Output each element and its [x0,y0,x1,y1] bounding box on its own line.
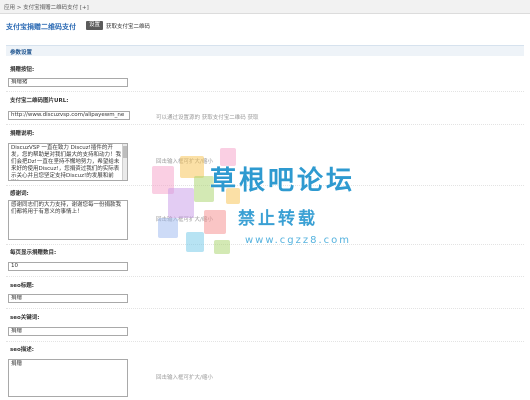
watermark-tile [194,176,214,202]
divider [6,185,524,186]
donate-desc-textarea[interactable]: DiscuzVSP 一直在致力 Discuz!插件的开发，您的帮助是对我们最大的… [8,143,128,181]
divider [6,276,524,277]
divider [6,124,524,125]
watermark-tile [220,148,236,166]
watermark-tile [214,240,230,254]
section-title: 参数设置 [10,49,33,56]
donate-desc-hint: 回击输入框可扩大/缩小 [156,159,213,165]
qr-url-hint: 可以通过设置源的 获取支付宝二维码 获取 [156,115,259,121]
seo-desc-hint: 回击输入框可扩大/缩小 [156,375,213,381]
per-page-label: 每页显示捐赠数目: [10,250,57,256]
breadcrumb-bar: 应用 > 支付宝捐赠二维码支付 [+] [0,0,530,14]
textarea-scrollbar[interactable] [122,144,127,180]
seo-title-label: seo标题: [10,283,34,289]
seo-desc-label: seo描述: [10,347,34,353]
button-label-label: 捐赠按钮: [10,67,35,73]
donate-desc-label: 捐赠说明: [10,131,35,137]
watermark-tile [152,166,174,194]
breadcrumb[interactable]: 应用 > 支付宝捐赠二维码支付 [+] [4,3,89,11]
seo-keywords-input[interactable]: 捐赠 [8,327,128,336]
thanks-text: 感谢同志们的大力支持，谢谢您每一份捐款我们都将用于有意义的事情上！ [11,202,122,215]
tab-get-qr[interactable]: 获取支付宝二维码 [106,22,150,30]
divider [6,91,524,92]
donate-desc-text: DiscuzVSP 一直在致力 Discuz!插件的开发，您的帮助是对我们最大的… [11,145,122,179]
watermark-title: 草根吧论坛 [210,166,356,196]
seo-desc-text: 捐赠 [11,361,23,367]
thanks-hint: 回击输入框可扩大/缩小 [156,217,213,223]
section-header: 参数设置 [6,45,524,56]
per-page-input[interactable]: 10 [8,262,128,271]
watermark: 草根吧论坛 禁止转载 www.cgzz8.com [150,148,440,268]
thanks-textarea[interactable]: 感谢同志们的大力支持，谢谢您每一份捐款我们都将用于有意义的事情上！ [8,200,128,240]
divider [6,244,524,245]
seo-desc-textarea[interactable]: 捐赠 [8,359,128,397]
qr-url-input[interactable]: http://www.discuzvsp.com/alipayewm_ne [8,111,130,120]
page-title: 支付宝捐赠二维码支付 [6,23,76,31]
watermark-subtitle: 禁止转载 [238,209,318,229]
watermark-tile [186,232,204,252]
watermark-tile [168,188,194,218]
qr-url-label: 支付宝二维码图片URL: [10,98,69,104]
thanks-label: 感谢词: [10,191,29,197]
seo-title-input[interactable]: 捐赠 [8,294,128,303]
plugin-header: 支付宝捐赠二维码支付 设置 获取支付宝二维码 [6,20,526,32]
tab-settings[interactable]: 设置 [86,21,104,30]
scrollbar-thumb[interactable] [123,146,127,158]
watermark-tile [226,188,240,204]
divider [6,341,524,342]
button-label-input[interactable]: 捐赠猪 [8,78,128,87]
seo-keywords-label: seo关键词: [10,315,40,321]
divider [6,308,524,309]
